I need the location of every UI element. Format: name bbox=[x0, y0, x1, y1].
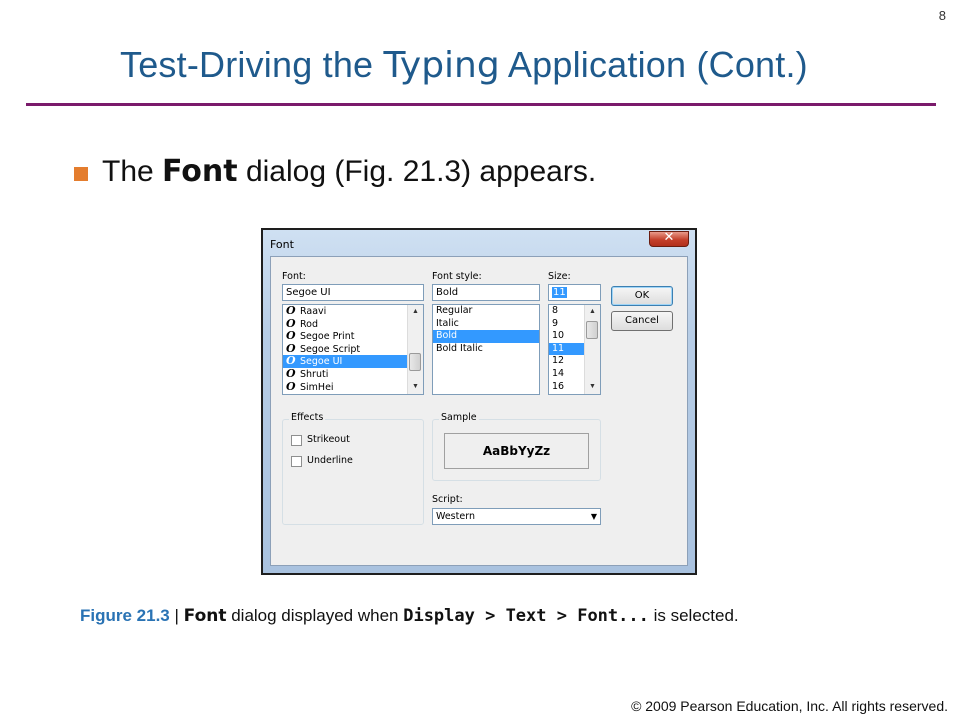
size-list[interactable]: 8 9 10 11 12 14 16 ▲ ▼ bbox=[548, 304, 601, 395]
close-icon: ✕ bbox=[663, 230, 675, 245]
scroll-thumb[interactable] bbox=[586, 321, 598, 339]
strikeout-checkbox[interactable] bbox=[291, 435, 302, 446]
underline-label[interactable]: Underline bbox=[307, 455, 353, 466]
dialog-client-area: Font: Segoe UI O Raavi O Rod O Segoe Print O Se… bbox=[270, 256, 688, 566]
font-list-item[interactable]: O Shruti bbox=[283, 366, 423, 381]
style-list-item-label: Bold Italic bbox=[436, 342, 483, 354]
font-list-item[interactable]: O Raavi bbox=[283, 305, 423, 318]
size-list-item-label: 10 bbox=[552, 330, 565, 342]
strikeout-label[interactable]: Strikeout bbox=[307, 434, 350, 445]
style-list-item[interactable]: Italic bbox=[433, 318, 539, 331]
size-list-scrollbar[interactable]: ▲ ▼ bbox=[584, 305, 600, 394]
title-app-name: Typing bbox=[383, 45, 500, 86]
slide-title: Test-Driving the Typing Application (Con… bbox=[120, 44, 808, 86]
style-list-item[interactable]: Bold Italic bbox=[433, 343, 539, 356]
font-list-item-label: Shruti bbox=[300, 368, 329, 380]
size-list-item-label: 9 bbox=[552, 317, 559, 329]
figure-number: Figure 21.3 bbox=[80, 606, 170, 625]
dialog-title: Font bbox=[270, 238, 294, 251]
style-list-item-label: Italic bbox=[436, 317, 459, 329]
scroll-up-icon[interactable]: ▲ bbox=[585, 305, 600, 319]
font-list-item[interactable]: O Rod bbox=[283, 317, 423, 331]
font-list-item-label: Segoe Print bbox=[300, 331, 355, 343]
font-style-input[interactable]: Bold bbox=[432, 284, 540, 301]
title-text-before: Test-Driving the bbox=[120, 44, 384, 85]
font-name-input[interactable]: Segoe UI bbox=[282, 284, 424, 301]
font-name-list[interactable]: O Raavi O Rod O Segoe Print O Segoe Script O Sego… bbox=[282, 304, 424, 395]
style-list-item[interactable]: Bold bbox=[433, 330, 539, 343]
sample-preview: AaBbYyZz bbox=[444, 433, 589, 469]
script-select[interactable]: Western ▼ bbox=[432, 508, 601, 525]
scroll-up-icon[interactable]: ▲ bbox=[408, 305, 423, 319]
bullet-square-icon bbox=[74, 166, 88, 181]
font-list-item[interactable]: O Segoe Print bbox=[283, 330, 423, 343]
font-dialog-screenshot: Font ✕ Font: Segoe UI O Raavi O Rod O Segoe P… bbox=[261, 228, 697, 575]
cancel-button[interactable]: Cancel bbox=[611, 311, 673, 331]
opentype-font-icon: O bbox=[286, 304, 296, 317]
size-input-value: 11 bbox=[552, 287, 567, 298]
copyright-footer: © 2009 Pearson Education, Inc. All right… bbox=[631, 698, 948, 714]
underline-checkbox[interactable] bbox=[291, 456, 302, 467]
sample-label: Sample bbox=[439, 412, 479, 423]
style-list-item-label: Regular bbox=[436, 305, 473, 316]
title-divider bbox=[26, 103, 936, 106]
bullet-point: The Font dialog (Fig. 21.3) appears. bbox=[74, 154, 596, 189]
scroll-down-icon[interactable]: ▼ bbox=[408, 380, 423, 394]
font-label: Font: bbox=[282, 271, 306, 282]
size-list-item-label: 14 bbox=[552, 367, 565, 379]
style-list-item[interactable]: Regular bbox=[433, 305, 539, 318]
size-input[interactable]: 11 bbox=[548, 284, 601, 301]
style-list-item-label: Bold bbox=[436, 330, 457, 342]
chevron-down-icon: ▼ bbox=[590, 512, 597, 521]
opentype-font-icon: O bbox=[286, 329, 296, 343]
size-label: Size: bbox=[548, 271, 571, 282]
scroll-down-icon[interactable]: ▼ bbox=[585, 380, 600, 394]
script-select-value: Western bbox=[436, 511, 475, 522]
effects-label: Effects bbox=[289, 412, 326, 423]
font-style-list[interactable]: Regular Italic Bold Bold Italic bbox=[432, 304, 540, 395]
caption-font-word: Font bbox=[183, 606, 227, 626]
size-list-item-label: 16 bbox=[552, 380, 565, 392]
bullet-text: The Font dialog (Fig. 21.3) appears. bbox=[102, 154, 597, 189]
opentype-font-icon: O bbox=[286, 379, 296, 393]
font-list-item[interactable]: O Segoe Script bbox=[283, 342, 423, 356]
effects-group bbox=[282, 419, 424, 525]
font-list-item[interactable]: O SimHei bbox=[283, 379, 423, 394]
title-text-after: Application (Cont.) bbox=[499, 44, 808, 85]
font-style-label: Font style: bbox=[432, 271, 482, 282]
scroll-thumb[interactable] bbox=[409, 353, 421, 371]
size-list-item-label: 11 bbox=[552, 342, 565, 354]
font-list-item[interactable]: O Segoe UI bbox=[283, 355, 423, 368]
ok-button[interactable]: OK bbox=[611, 286, 673, 306]
figure-caption: Figure 21.3 | Font dialog displayed when… bbox=[80, 606, 739, 626]
style-list-items: Regular Italic Bold Bold Italic bbox=[433, 305, 539, 355]
font-list-item-label: Raavi bbox=[300, 306, 327, 317]
opentype-font-icon: O bbox=[286, 366, 296, 380]
close-button[interactable]: ✕ bbox=[649, 230, 689, 247]
size-list-item-label: 12 bbox=[552, 355, 565, 367]
caption-menu-path: Display > Text > Font... bbox=[403, 606, 649, 626]
font-list-items: O Raavi O Rod O Segoe Print O Segoe Script O Sego… bbox=[283, 305, 423, 393]
script-label: Script: bbox=[432, 494, 463, 505]
font-list-item-label: SimHei bbox=[300, 381, 334, 393]
font-list-item-label: Rod bbox=[300, 318, 319, 330]
font-list-item-label: Segoe UI bbox=[300, 356, 343, 368]
page-number: 8 bbox=[938, 8, 946, 23]
size-list-item-label: 8 bbox=[552, 305, 559, 316]
font-dialog: Font ✕ Font: Segoe UI O Raavi O Rod O Segoe P… bbox=[263, 230, 695, 573]
font-list-item-label: Segoe Script bbox=[300, 343, 361, 355]
font-list-scrollbar[interactable]: ▲ ▼ bbox=[407, 305, 423, 394]
